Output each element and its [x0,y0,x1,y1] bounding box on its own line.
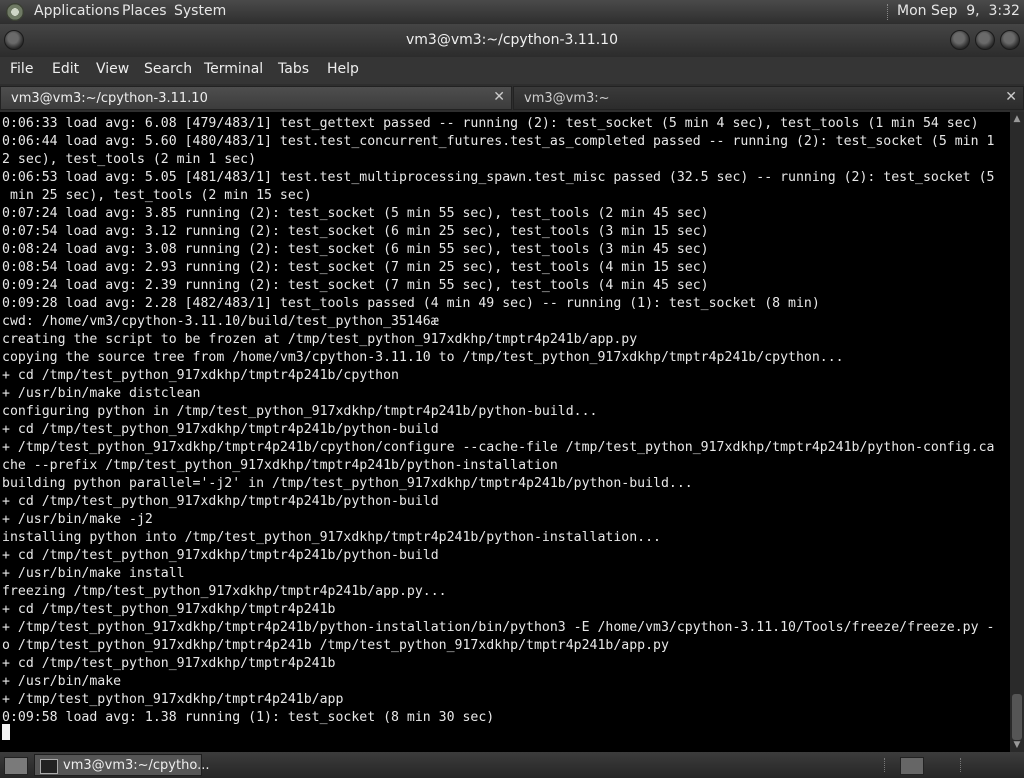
menu-edit[interactable]: Edit [52,61,79,77]
scroll-up-icon[interactable]: ▲ [1012,114,1022,124]
terminal-line: 0:09:24 load avg: 2.39 running (2): test… [2,278,709,293]
menu-applications[interactable]: Applications [34,3,120,19]
menu-places[interactable]: Places [122,3,167,19]
terminal-line: + cd /tmp/test_python_917xdkhp/tmptr4p24… [2,548,439,563]
terminal-line: 0:09:58 load avg: 1.38 running (1): test… [2,710,495,725]
menu-file[interactable]: File [10,61,33,77]
terminal-line: o /tmp/test_python_917xdkhp/tmptr4p241b … [2,638,669,653]
terminal-line: + /usr/bin/make -j2 [2,512,153,527]
terminal-line: min 25 sec), test_tools (2 min 15 sec) [2,188,312,203]
menu-system[interactable]: System [174,3,226,19]
terminal-line: + cd /tmp/test_python_917xdkhp/tmptr4p24… [2,368,399,383]
text-cursor [2,724,10,740]
tab-bar: vm3@vm3:~/cpython-3.11.10 ✕ vm3@vm3:~ ✕ [0,84,1024,112]
terminal-line: cwd: /home/vm3/cpython-3.11.10/build/tes… [2,314,439,329]
terminal-line: + cd /tmp/test_python_917xdkhp/tmptr4p24… [2,422,439,437]
terminal-text: 0:06:33 load avg: 6.08 [479/483/1] test_… [0,112,1010,727]
terminal-line: + /usr/bin/make install [2,566,185,581]
terminal-line: building python parallel='-j2' in /tmp/t… [2,476,693,491]
terminal-line: + cd /tmp/test_python_917xdkhp/tmptr4p24… [2,602,336,617]
terminal-line: 2 sec), test_tools (2 min 1 sec) [2,152,257,167]
tray-separator [884,758,887,772]
bottom-panel: vm3@vm3:~/cpytho... [0,752,1024,778]
maximize-button[interactable] [975,30,995,50]
menu-bar: File Edit View Search Terminal Tabs Help [0,57,1024,84]
menu-terminal[interactable]: Terminal [204,61,263,77]
scrollbar-thumb[interactable] [1012,694,1022,740]
terminal-output[interactable]: 0:06:33 load avg: 6.08 [479/483/1] test_… [0,112,1010,752]
terminal-line: 0:06:44 load avg: 5.60 [480/483/1] test.… [2,134,995,149]
terminal-line: 0:07:24 load avg: 3.85 running (2): test… [2,206,709,221]
top-panel: Applications Places System Mon Sep 9, 3:… [0,0,1024,24]
terminal-line: + /tmp/test_python_917xdkhp/tmptr4p241b/… [2,620,995,635]
tab-label: vm3@vm3:~/cpython-3.11.10 [11,91,208,106]
tab-cpython[interactable]: vm3@vm3:~/cpython-3.11.10 ✕ [0,86,512,110]
tab-label: vm3@vm3:~ [524,91,610,106]
terminal-line: 0:06:33 load avg: 6.08 [479/483/1] test_… [2,116,979,131]
close-tab-icon[interactable]: ✕ [493,89,505,105]
terminal-line: + /tmp/test_python_917xdkhp/tmptr4p241b/… [2,692,344,707]
scrollbar[interactable]: ▲ ▼ [1010,112,1024,752]
tray-separator [960,758,963,772]
close-button[interactable] [1000,30,1020,50]
clock[interactable]: Mon Sep 9, 3:32 PM [897,3,1024,19]
terminal-line: creating the script to be frozen at /tmp… [2,332,638,347]
gnome-foot-icon[interactable] [6,3,24,21]
scroll-down-icon[interactable]: ▼ [1012,740,1022,750]
menu-view[interactable]: View [96,61,129,77]
panel-separator [887,4,890,20]
window-titlebar[interactable]: vm3@vm3:~/cpython-3.11.10 [0,24,1024,57]
terminal-line: 0:08:24 load avg: 3.08 running (2): test… [2,242,709,257]
terminal-line: + /usr/bin/make distclean [2,386,201,401]
minimize-button[interactable] [950,30,970,50]
terminal-line: + cd /tmp/test_python_917xdkhp/tmptr4p24… [2,494,439,509]
terminal-line: 0:08:54 load avg: 2.93 running (2): test… [2,260,709,275]
terminal-line: configuring python in /tmp/test_python_9… [2,404,598,419]
terminal-line: 0:09:28 load avg: 2.28 [482/483/1] test_… [2,296,820,311]
menu-tabs[interactable]: Tabs [278,61,309,77]
taskbar-window-button[interactable]: vm3@vm3:~/cpytho... [34,754,209,776]
terminal-line: che --prefix /tmp/test_python_917xdkhp/t… [2,458,558,473]
show-desktop-icon[interactable] [4,757,28,775]
taskbar-window-label: vm3@vm3:~/cpytho... [63,758,210,773]
workspace-switcher-icon[interactable] [900,757,924,775]
terminal-line: freezing /tmp/test_python_917xdkhp/tmptr… [2,584,447,599]
terminal-line: 0:07:54 load avg: 3.12 running (2): test… [2,224,709,239]
terminal-icon [40,759,58,774]
terminal-line: copying the source tree from /home/vm3/c… [2,350,844,365]
menu-help[interactable]: Help [327,61,359,77]
terminal-line: installing python into /tmp/test_python_… [2,530,661,545]
window-title: vm3@vm3:~/cpython-3.11.10 [406,32,618,48]
terminal-line: + /usr/bin/make [2,674,122,689]
menu-search[interactable]: Search [144,61,192,77]
close-tab-icon[interactable]: ✕ [1005,89,1017,105]
terminal-line: + cd /tmp/test_python_917xdkhp/tmptr4p24… [2,656,336,671]
tab-home[interactable]: vm3@vm3:~ ✕ [513,86,1024,110]
terminal-line: + /tmp/test_python_917xdkhp/tmptr4p241b/… [2,440,995,455]
terminal-line: 0:06:53 load avg: 5.05 [481/483/1] test.… [2,170,995,185]
